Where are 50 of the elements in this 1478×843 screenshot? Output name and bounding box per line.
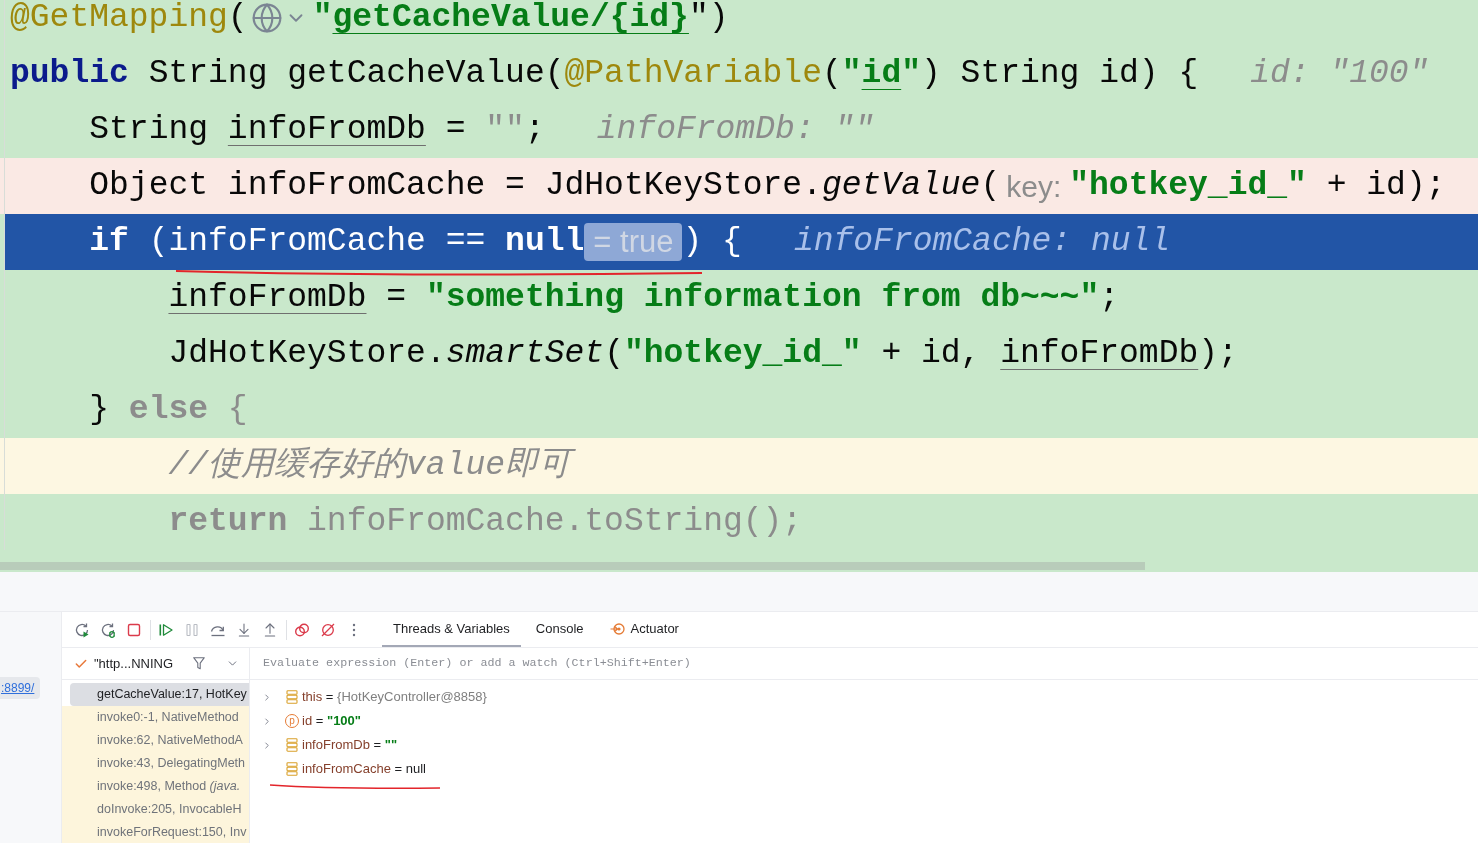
code-text: "hotkey_id_" + id); — [1069, 166, 1446, 207]
stacked-rows-icon — [286, 762, 298, 776]
mute-breakpoints-icon[interactable] — [320, 621, 336, 638]
chevron-right-icon[interactable] — [262, 715, 272, 727]
stack-frame[interactable]: invoke:498, Method (java. — [62, 775, 249, 798]
stack-frame[interactable]: invoke0:-1, NativeMethod — [62, 706, 249, 729]
tab[interactable]: Actuator — [598, 612, 690, 647]
tab[interactable]: Console — [524, 612, 595, 647]
stop-icon[interactable] — [126, 621, 142, 638]
code-text: Object infoFromCache = JdHotKeyStore.getValue( — [89, 166, 1001, 207]
code-text: @GetMapping( — [10, 0, 248, 39]
step-out-icon[interactable] — [262, 621, 278, 638]
stack-frame[interactable]: invokeForRequest:150, Inv — [62, 821, 249, 843]
more-icon[interactable] — [352, 621, 356, 638]
code-text: JdHotKeyStore.smartSet("hotkey_id_" + id, infoFromDb); — [168, 334, 1238, 375]
code-text: ) { — [682, 222, 742, 263]
stacked-rows-icon — [286, 690, 298, 704]
variable-entry[interactable]: infoFromDb = "" — [302, 735, 398, 755]
code-text: } else { — [89, 390, 248, 431]
step-into-icon[interactable] — [236, 621, 252, 638]
code-text: infoFromDb = "something information from db~~~"; — [168, 278, 1120, 319]
code-text: if (infoFromCache == null — [89, 222, 585, 263]
circular-arrow-play-icon[interactable] — [74, 621, 90, 638]
inline-value-hint: infoFromDb: "" — [596, 110, 874, 151]
url-link[interactable]: :8899/ — [0, 677, 41, 699]
stack-frame[interactable]: doInvoke:205, InvocableH — [62, 798, 249, 821]
inline-value-hint: infoFromCache: null — [793, 222, 1171, 263]
code-text: return infoFromCache.toString(); — [168, 502, 803, 543]
variable-entry[interactable]: id = "100" — [302, 711, 361, 731]
variable-entry[interactable]: infoFromCache = null — [302, 759, 426, 779]
breakpoints-icon[interactable] — [294, 621, 310, 638]
variable-entry[interactable]: this = {HotKeyController@8858} — [302, 687, 487, 707]
thread-selector[interactable]: "http...NNING — [94, 653, 174, 674]
chevron-right-icon[interactable] — [262, 739, 272, 751]
stack-frame[interactable]: invoke:43, DelegatingMeth — [62, 752, 249, 775]
filter-icon[interactable] — [193, 657, 206, 670]
resume-icon[interactable] — [158, 621, 174, 638]
code-text: "getCacheValue/{id}") — [312, 0, 729, 39]
stacked-rows-icon — [286, 738, 298, 752]
circular-arrow-bug-icon[interactable] — [100, 621, 116, 638]
code-text: String infoFromDb = ""; — [89, 110, 545, 151]
parameter-name-hint: key: — [1006, 168, 1062, 205]
stack-frame[interactable]: invoke:62, NativeMethodA — [62, 729, 249, 752]
code-text: public String getCacheValue(@PathVariable("id") String id) { — [10, 54, 1199, 95]
evaluated-value-badge: = true — [584, 223, 683, 261]
chevron-right-icon[interactable] — [262, 691, 272, 703]
horizontal-scrollbar[interactable] — [0, 562, 1145, 570]
stack-frame[interactable]: getCacheValue:17, HotKey — [70, 683, 249, 706]
inline-value-hint: id: "100" — [1250, 54, 1429, 95]
globe-icon[interactable] — [250, 2, 283, 34]
